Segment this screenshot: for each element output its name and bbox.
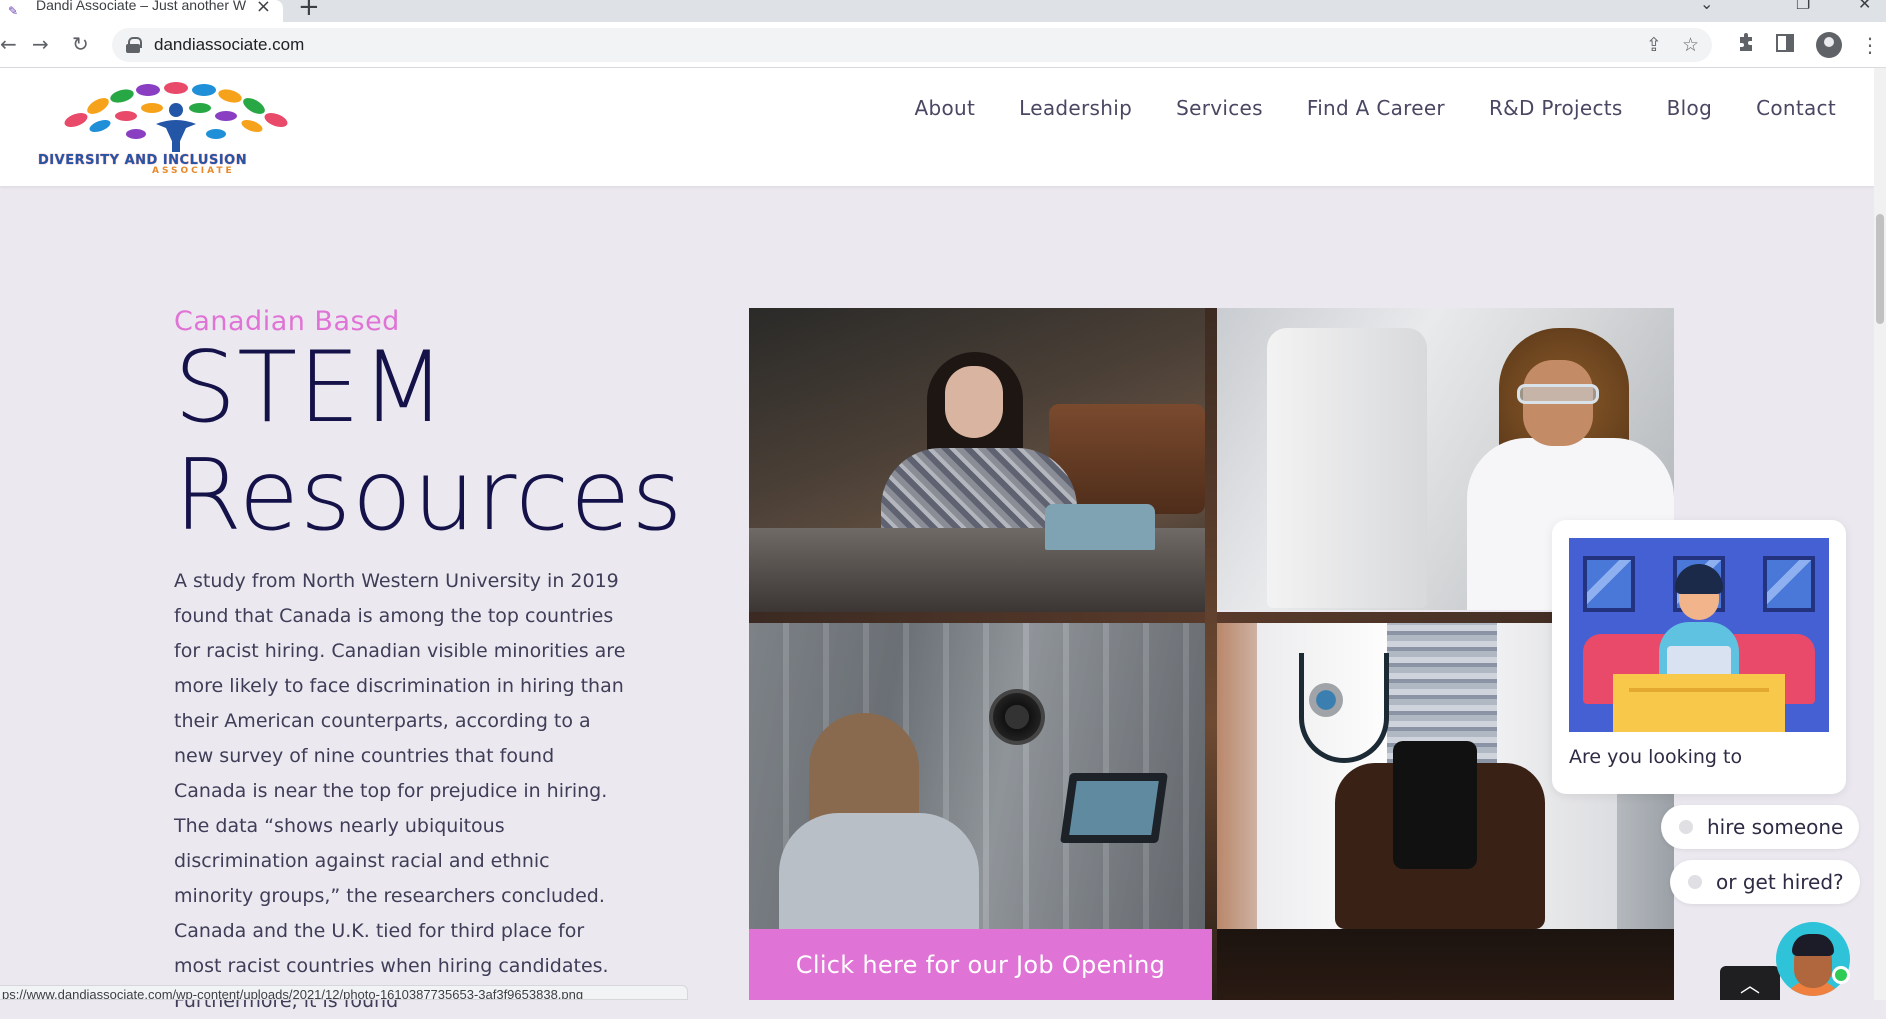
chat-launcher-avatar[interactable]: [1776, 922, 1850, 996]
back-to-top-button[interactable]: ︿: [1720, 966, 1780, 1000]
logo-subtext: ASSOCIATE: [152, 166, 235, 176]
side-panel-icon[interactable]: [1776, 33, 1794, 57]
tab-strip: ✎ Dandi Associate – Just another W × + ⌄…: [0, 0, 1886, 22]
nav-blog[interactable]: Blog: [1667, 96, 1712, 120]
hero-title-line-2: Resources: [174, 439, 684, 553]
close-tab-icon[interactable]: ×: [256, 0, 271, 17]
chat-widget-card: Are you looking to: [1552, 520, 1846, 794]
radio-icon: [1679, 820, 1693, 834]
desk-detail: [1629, 688, 1769, 692]
chat-option-get-hired[interactable]: or get hired?: [1670, 860, 1860, 904]
nav-about[interactable]: About: [915, 96, 976, 120]
scrollbar-thumb[interactable]: [1876, 214, 1884, 324]
reload-icon[interactable]: ↻: [72, 32, 89, 56]
job-opening-button[interactable]: Click here for our Job Opening: [749, 929, 1212, 1000]
avatar-hair: [1792, 934, 1834, 956]
window-icon: [1763, 556, 1815, 612]
extensions-puzzle-icon[interactable]: [1736, 33, 1756, 58]
photo-phone: [1393, 741, 1477, 869]
photo-speaker: [989, 689, 1045, 745]
nav-leadership[interactable]: Leadership: [1019, 96, 1132, 120]
chat-option-label: or get hired?: [1716, 870, 1844, 894]
photo-stethoscope-head: [1309, 683, 1343, 717]
logo-tree-icon: [64, 82, 288, 152]
back-arrow-icon[interactable]: ←: [0, 32, 17, 56]
photo-typewriter: [1045, 504, 1155, 550]
status-url: ps://www.dandiassociate.com/wp-content/u…: [2, 987, 584, 1000]
site-header: DIVERSITY AND INCLUSION ASSOCIATE About …: [0, 68, 1874, 186]
chat-option-hire-someone[interactable]: hire someone: [1661, 805, 1860, 849]
forward-arrow-icon[interactable]: →: [32, 32, 49, 56]
photo-grid-divider: [1205, 308, 1217, 1000]
favicon-icon: ✎: [8, 4, 19, 18]
chat-option-label: hire someone: [1707, 815, 1844, 839]
photo-body: [779, 813, 979, 929]
chat-illustration: [1569, 538, 1829, 732]
tab-title: Dandi Associate – Just another W: [36, 0, 247, 13]
new-tab-icon[interactable]: +: [298, 0, 320, 22]
hero-title: STEM Resources: [174, 334, 694, 550]
photo-laptop-screen: [1069, 781, 1159, 835]
photo-dark-bottom: [1212, 929, 1674, 1000]
menu-kebab-icon[interactable]: ⋮: [1860, 33, 1880, 57]
nav-find-a-career[interactable]: Find A Career: [1307, 96, 1445, 120]
radio-icon: [1688, 875, 1702, 889]
lock-icon[interactable]: [126, 37, 142, 53]
nav-services[interactable]: Services: [1176, 96, 1263, 120]
photo-face: [945, 366, 1003, 438]
share-icon[interactable]: ⇪: [1646, 34, 1662, 56]
browser-status-bar: ps://www.dandiassociate.com/wp-content/u…: [0, 985, 688, 1000]
hero-title-line-1: STEM: [174, 331, 447, 445]
page-scrollbar[interactable]: [1874, 68, 1886, 1000]
desk-icon: [1613, 674, 1785, 732]
hero-body-text: A study from North Western University in…: [174, 570, 626, 1012]
bookmark-star-icon[interactable]: ☆: [1682, 34, 1699, 56]
chevron-down-icon[interactable]: ⌄: [1700, 0, 1713, 13]
photo-engineer-laptop: [749, 623, 1205, 929]
photo-goggles: [1517, 384, 1599, 404]
chat-prompt: Are you looking to: [1569, 746, 1743, 768]
nav-rd-projects[interactable]: R&D Projects: [1489, 96, 1623, 120]
online-status-icon: [1832, 966, 1850, 984]
main-navigation: About Leadership Services Find A Career …: [871, 96, 1836, 120]
url-text: dandiassociate.com: [154, 35, 305, 54]
browser-toolbar: ← → ↻ dandiassociate.com ⇪ ☆ ⋮: [0, 22, 1886, 68]
profile-avatar-icon[interactable]: [1816, 32, 1842, 58]
nav-contact[interactable]: Contact: [1756, 96, 1836, 120]
photo-microscope: [1267, 328, 1427, 608]
window-icon: [1583, 556, 1635, 612]
restore-window-icon[interactable]: ❐: [1796, 0, 1810, 13]
address-bar[interactable]: dandiassociate.com ⇪ ☆: [112, 28, 1712, 62]
close-window-icon[interactable]: ✕: [1858, 0, 1871, 13]
photo-woman-typewriter: [749, 308, 1205, 614]
chevron-up-icon: ︿: [1740, 972, 1760, 997]
site-logo[interactable]: DIVERSITY AND INCLUSION ASSOCIATE: [36, 80, 352, 176]
photo-laptop: [1060, 773, 1168, 843]
browser-tab[interactable]: ✎ Dandi Associate – Just another W ×: [0, 0, 283, 22]
